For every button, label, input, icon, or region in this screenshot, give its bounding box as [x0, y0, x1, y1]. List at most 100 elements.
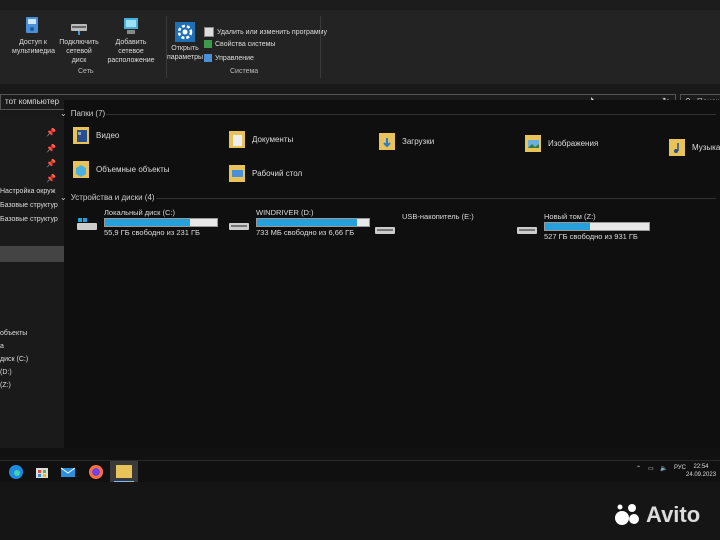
nav-item[interactable]: объекты: [0, 330, 27, 337]
section-divider: [106, 114, 716, 115]
pin-icon[interactable]: 📌: [46, 159, 56, 168]
nav-item[interactable]: Базовые структур: [0, 216, 58, 223]
folder-downloads[interactable]: Загрузки: [378, 130, 434, 152]
video-folder-icon: [72, 124, 90, 146]
drive-name: USB-накопитель (E:): [402, 212, 474, 221]
pin-icon[interactable]: 📌: [46, 128, 56, 137]
system-properties-button[interactable]: Свойства системы: [204, 40, 275, 48]
folder-icon: [116, 465, 132, 478]
folder-label: Изображения: [548, 138, 599, 148]
uninstall-icon: [204, 27, 214, 37]
3d-objects-folder-icon: [72, 158, 90, 180]
drives-section-header[interactable]: ⌄ Устройства и диски (4): [60, 193, 155, 202]
map-network-drive-button[interactable]: Подключить сетевой диск: [58, 16, 100, 65]
avito-logo-icon: [614, 503, 642, 527]
media-access-label-1: Доступ к: [19, 39, 47, 46]
drive-free-space: 733 МБ свободно из 6,66 ГБ: [256, 228, 355, 237]
folder-label: Видео: [96, 130, 120, 140]
folder-music[interactable]: Музыка: [668, 136, 720, 158]
manage-icon: [204, 54, 212, 62]
uninstall-label: Удалить или изменить программу: [217, 28, 328, 36]
pictures-folder-icon: [524, 132, 542, 154]
language-indicator[interactable]: РУС: [674, 465, 686, 471]
store-icon[interactable]: [34, 464, 50, 480]
avito-watermark: Avito: [614, 502, 700, 528]
map-drive-label-2: сетевой диск: [66, 48, 92, 64]
folder-documents[interactable]: Документы: [228, 128, 293, 150]
system-properties-label: Свойства системы: [215, 40, 276, 48]
drive-free-space: 527 ГБ свободно из 931 ГБ: [544, 232, 638, 241]
nav-item-drive-d[interactable]: (D:): [0, 369, 12, 376]
monitor-bezel-bottom: [0, 482, 720, 540]
drive-icon: [516, 222, 538, 234]
drive-name: WINDRIVER (D:): [256, 208, 314, 217]
drive-name: Локальный диск (C:): [104, 208, 175, 217]
nav-item[interactable]: Базовые структур: [0, 202, 58, 209]
nav-item[interactable]: а: [0, 343, 4, 350]
network-drive-icon: [69, 16, 89, 36]
system-group-label: Система: [230, 68, 259, 75]
documents-folder-icon: [228, 128, 246, 150]
file-explorer-taskbar-button[interactable]: [110, 461, 138, 483]
content-pane: ⌄ Папки (7) Видео Документы Загрузки Изо…: [60, 100, 720, 448]
speaker-icon[interactable]: 🔈: [660, 465, 667, 472]
drive-free-space: 55,9 ГБ свободно из 231 ГБ: [104, 228, 200, 237]
drive-usage-bar: [256, 218, 370, 227]
windows-drive-icon: [76, 218, 98, 230]
section-divider: [156, 198, 716, 199]
drive-e[interactable]: USB-накопитель (E:): [374, 212, 474, 234]
open-settings-label-2: параметры: [166, 54, 204, 61]
pin-icon[interactable]: 📌: [46, 144, 56, 153]
drives-section-title: Устройства и диски (4): [70, 193, 155, 202]
open-settings-button[interactable]: Открыть параметры: [166, 22, 204, 62]
network-group-label: Сеть: [78, 68, 94, 75]
usb-drive-icon: [374, 222, 396, 234]
drive-c[interactable]: Локальный диск (C:) 55,9 ГБ свободно из …: [76, 208, 218, 237]
manage-button[interactable]: Управление: [204, 54, 254, 62]
watermark-text: Avito: [646, 502, 701, 527]
folder-pictures[interactable]: Изображения: [524, 132, 598, 154]
wifi-icon[interactable]: ▭: [648, 465, 654, 472]
chevron-up-icon[interactable]: ⌃: [636, 465, 641, 472]
mail-icon[interactable]: [60, 464, 76, 480]
drive-d[interactable]: WINDRIVER (D:) 733 МБ свободно из 6,66 Г…: [228, 208, 370, 237]
add-network-location-button[interactable]: Добавить сетевое расположение: [102, 16, 160, 65]
drive-usage-bar: [544, 222, 650, 231]
checkmark-icon: [204, 40, 212, 48]
uninstall-program-button[interactable]: Удалить или изменить программу: [204, 27, 327, 37]
pin-icon[interactable]: 📌: [46, 174, 56, 183]
folder-label: Рабочий стол: [252, 168, 303, 178]
drive-usage-fill: [257, 219, 357, 226]
network-location-icon: [121, 16, 141, 36]
edge-icon[interactable]: [8, 464, 24, 480]
firefox-icon[interactable]: [88, 464, 104, 480]
drive-z[interactable]: Новый том (Z:) 527 ГБ свободно из 931 ГБ: [516, 212, 650, 241]
folder-label: Музыка: [692, 142, 720, 152]
desktop-folder-icon: [228, 162, 246, 184]
add-location-label-2: расположение: [107, 57, 155, 64]
monitor-bezel-top: [0, 0, 720, 10]
ribbon: Доступ к мультимедиа Подключить сетевой …: [0, 10, 720, 85]
nav-item-drive-c[interactable]: диск (C:): [0, 356, 28, 363]
add-location-label-1: Добавить сетевое: [115, 39, 147, 55]
folder-3d-objects[interactable]: Объемные объекты: [72, 158, 170, 180]
folder-desktop[interactable]: Рабочий стол: [228, 162, 302, 184]
drive-usage-bar: [104, 218, 218, 227]
music-folder-icon: [668, 136, 686, 158]
address-path: тот компьютер: [5, 97, 60, 106]
clock-date: 24.09.2023: [686, 472, 717, 478]
manage-label: Управление: [215, 54, 254, 62]
nav-item[interactable]: Настройка окруж: [0, 188, 55, 195]
folder-video[interactable]: Видео: [72, 124, 119, 146]
media-access-icon: [24, 16, 42, 36]
media-access-button[interactable]: Доступ к мультимедиа: [12, 16, 55, 56]
media-access-label-2: мультимедиа: [12, 48, 55, 55]
nav-selected-highlight[interactable]: [0, 246, 64, 262]
folder-label: Документы: [252, 134, 294, 144]
folder-label: Объемные объекты: [96, 164, 170, 174]
clock[interactable]: 22:54 24.09.2023: [686, 463, 716, 479]
chevron-down-icon: ⌄: [60, 193, 67, 202]
ribbon-separator: [320, 16, 321, 78]
nav-item-drive-z[interactable]: (Z:): [0, 382, 11, 389]
folders-section-header[interactable]: ⌄ Папки (7): [60, 109, 105, 118]
